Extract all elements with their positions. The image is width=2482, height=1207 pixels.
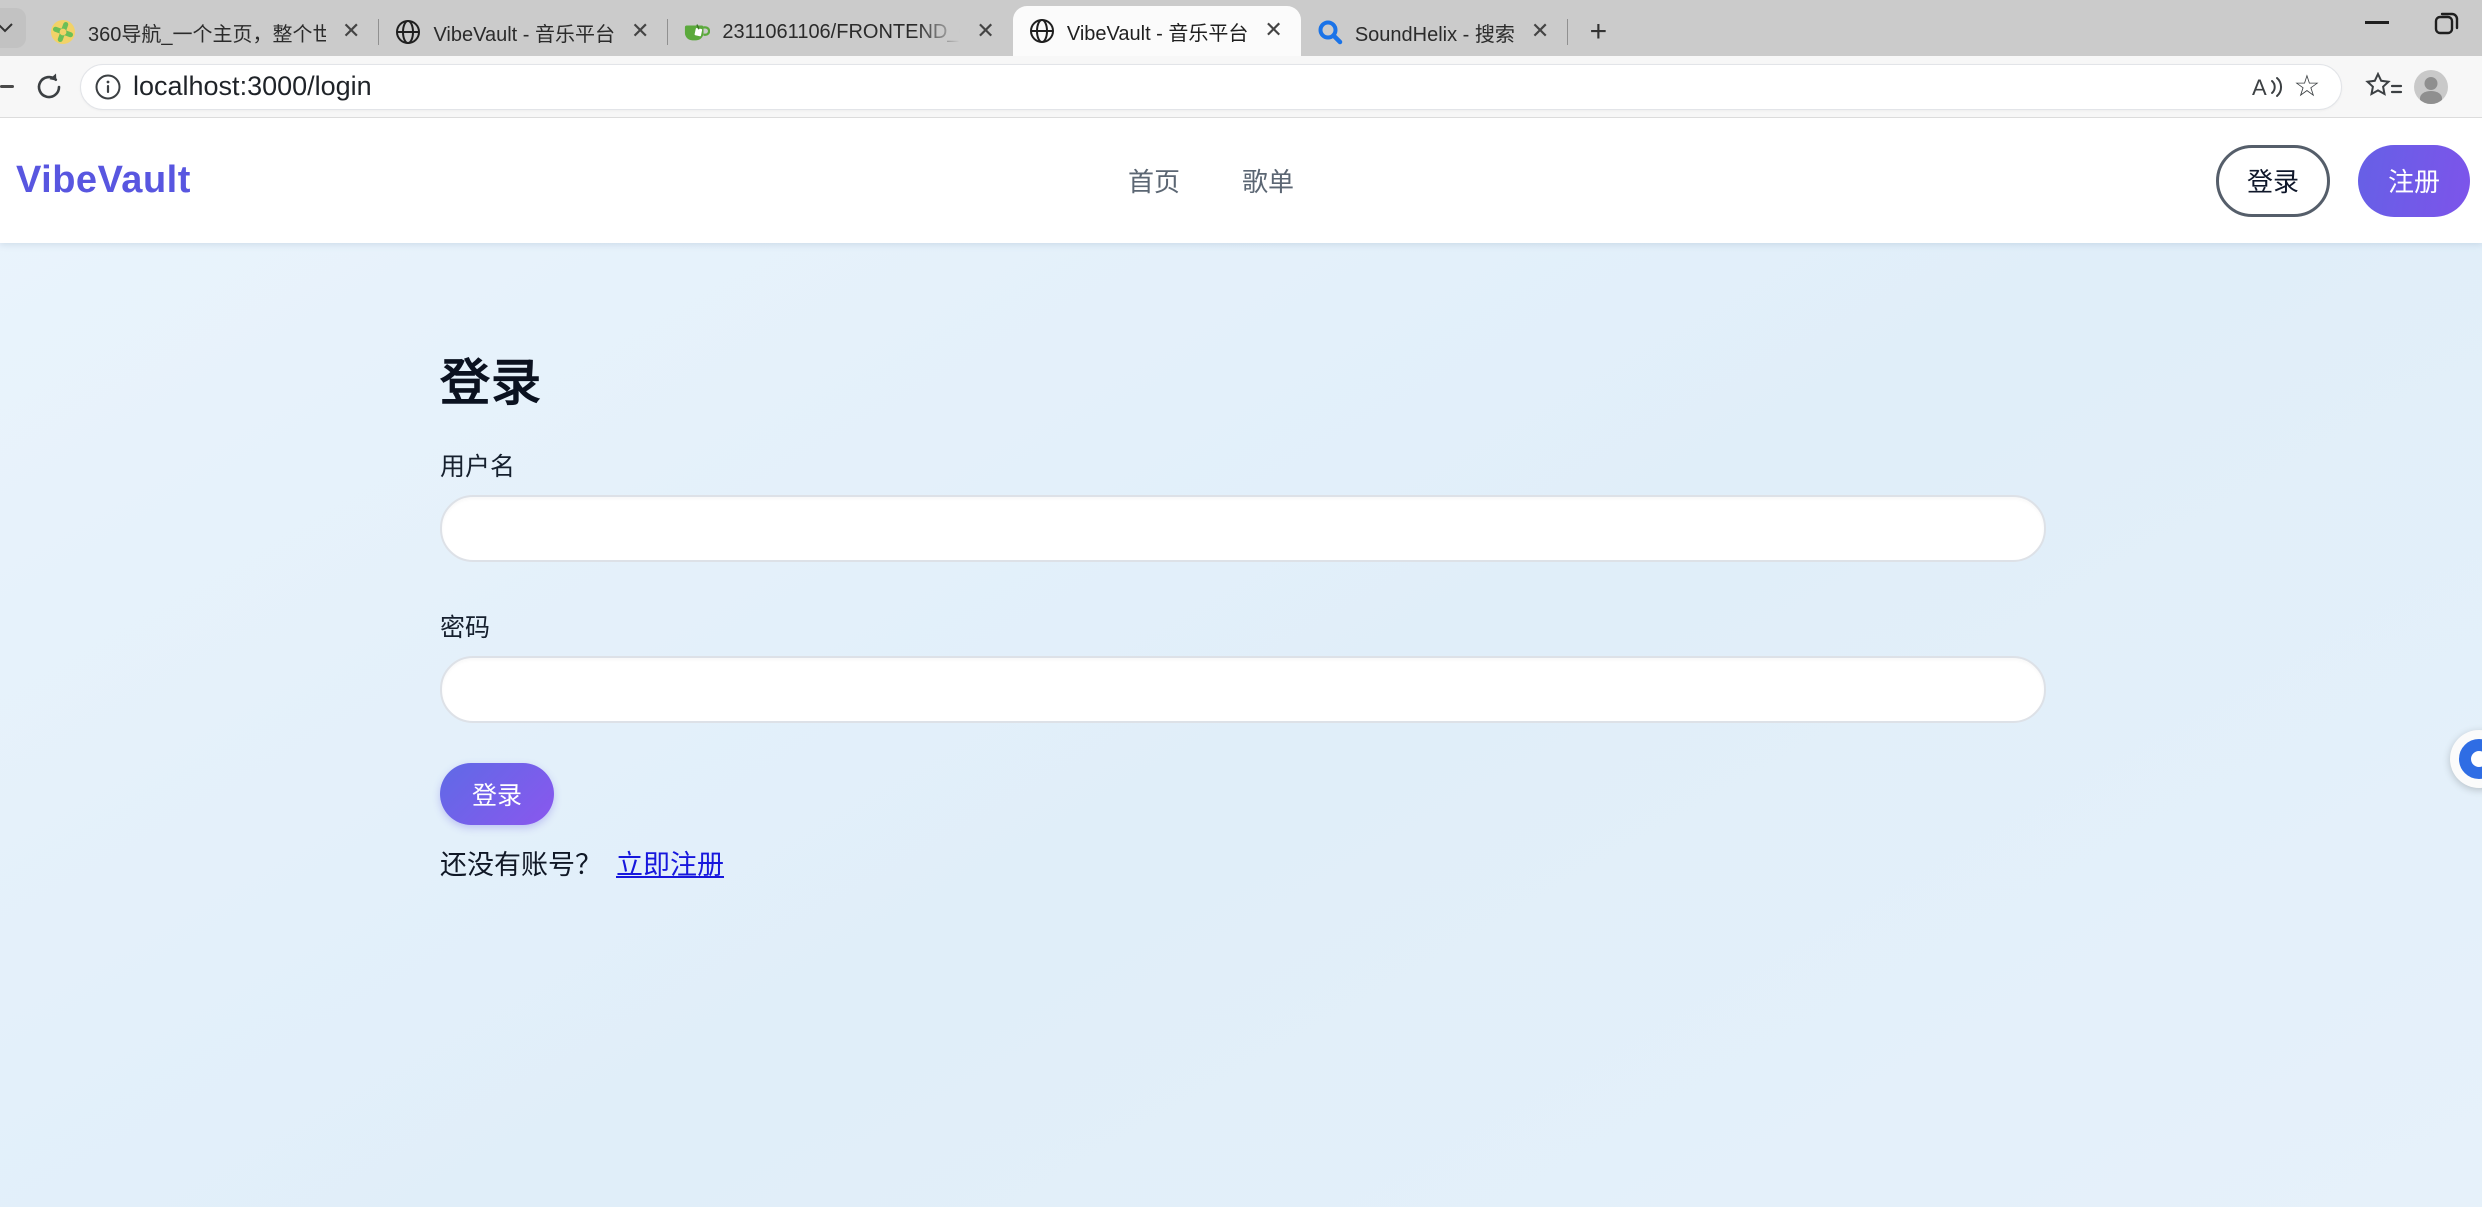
register-now-link[interactable]: 立即注册 [616,843,724,882]
profile-avatar[interactable] [2414,70,2448,104]
minimize-icon [2365,21,2389,25]
restore-button[interactable] [2412,0,2482,46]
site-header: VibeVault 首页 歌单 登录 注册 [0,118,2482,243]
tab-close-icon[interactable]: ✕ [1260,20,1286,42]
read-aloud-button[interactable]: A [2247,67,2287,107]
back-icon[interactable] [0,85,14,88]
window-controls [2342,0,2482,46]
tab-title: VibeVault - 音乐平台 [1067,17,1249,46]
globe-icon [395,19,421,45]
password-field[interactable] [440,656,2046,723]
tab-title: VibeVault - 音乐平台 [433,18,615,47]
tab-frontend-guide[interactable]: 2311061106/FRONTEND_GUIDE.m ✕ [668,8,1012,56]
site-logo[interactable]: VibeVault [16,159,191,202]
tab-close-icon[interactable]: ✕ [338,21,364,43]
favorites-list-icon [2365,72,2403,102]
tab-divider [1567,19,1568,45]
tab-360-nav[interactable]: 360导航_一个主页，整个世界 ✕ [34,8,378,56]
read-aloud-icon: A [2250,73,2284,101]
star-icon: ☆ [2294,69,2321,104]
tab-menu-button[interactable] [0,8,26,48]
page-viewport: VibeVault 首页 歌单 登录 注册 登录 用户名 密码 登录 还没有账号… [0,118,2482,1207]
tab-title: 360导航_一个主页，整个世界 [88,18,326,47]
favorite-star-button[interactable]: ☆ [2287,67,2327,107]
url-text[interactable]: localhost:3000/login [133,71,372,102]
tab-vibevault-active[interactable]: VibeVault - 音乐平台 ✕ [1013,6,1301,56]
header-actions: 登录 注册 [2216,145,2470,217]
no-account-text: 还没有账号？ [440,843,602,882]
restore-icon [2434,10,2460,36]
browser-window: 360导航_一个主页，整个世界 ✕ VibeVault - 音乐平台 ✕ [0,0,2482,1207]
tab-vibevault-1[interactable]: VibeVault - 音乐平台 ✕ [379,8,667,56]
svg-text:A: A [2252,75,2267,100]
tab-title: 2311061106/FRONTEND_GUIDE.m [722,21,960,44]
login-form-section: 登录 用户名 密码 登录 还没有账号？ 立即注册 [0,343,2482,882]
tab-strip: 360导航_一个主页，整个世界 ✕ VibeVault - 音乐平台 ✕ [0,0,2482,56]
chevron-down-icon [0,23,13,33]
globe-icon [1029,18,1055,44]
nav-playlists-link[interactable]: 歌单 [1242,162,1294,199]
site-info-icon[interactable] [93,72,123,102]
nav-home-link[interactable]: 首页 [1128,162,1180,199]
tab-close-icon[interactable]: ✕ [627,21,653,43]
register-row: 还没有账号？ 立即注册 [440,843,2482,882]
browser-toolbar: localhost:3000/login A ☆ [0,56,2482,118]
reload-icon [34,72,64,102]
favorites-list-button[interactable] [2364,67,2404,107]
header-login-button[interactable]: 登录 [2216,145,2330,217]
tab-soundhelix-search[interactable]: SoundHelix - 搜索 ✕ [1301,8,1568,56]
extension-donut-icon [2459,739,2482,779]
360-icon [50,19,76,45]
main-nav: 首页 歌单 [1128,162,1294,199]
tab-close-icon[interactable]: ✕ [1527,21,1553,43]
password-label: 密码 [440,608,2482,644]
search-icon [1317,19,1343,45]
avatar-head [2425,77,2438,90]
header-register-button[interactable]: 注册 [2358,145,2470,217]
tab-close-icon[interactable]: ✕ [972,21,998,43]
minimize-button[interactable] [2342,0,2412,46]
new-tab-button[interactable]: + [1578,12,1618,52]
username-label: 用户名 [440,447,2482,483]
login-submit-button[interactable]: 登录 [440,763,554,825]
tab-title: SoundHelix - 搜索 [1355,18,1515,47]
gitea-cup-icon [684,19,710,45]
reload-button[interactable] [32,70,66,104]
page-title: 登录 [440,343,2482,415]
avatar-body [2420,91,2442,104]
username-field[interactable] [440,495,2046,562]
address-bar[interactable]: localhost:3000/login A ☆ [80,64,2342,110]
